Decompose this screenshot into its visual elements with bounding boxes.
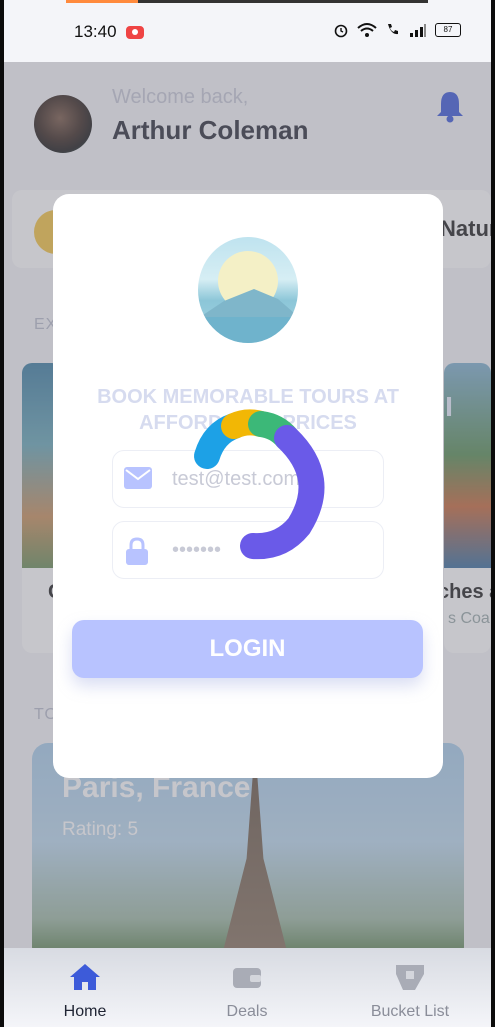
logo-sea <box>198 317 298 343</box>
status-bar: 13:40 87 <box>4 0 491 62</box>
nav-deals[interactable]: Deals <box>192 962 302 1021</box>
alarm-icon <box>334 24 348 38</box>
app-logo <box>198 237 298 343</box>
bottom-nav: Home Deals Bucket List <box>4 948 491 1027</box>
home-icon <box>70 964 100 990</box>
nav-deals-label: Deals <box>226 1003 268 1020</box>
wallet-icon <box>233 968 261 988</box>
status-time: 13:40 <box>74 22 117 41</box>
status-icons: 87 <box>333 22 461 38</box>
wifi-call-icon <box>388 24 398 35</box>
bucket-list-icon <box>396 965 424 990</box>
status-top-strip <box>138 0 428 3</box>
wifi-icon <box>357 23 377 37</box>
loading-spinner <box>194 409 325 560</box>
tagline-line-1: BOOK MEMORABLE TOURS AT <box>97 386 399 408</box>
nav-bucket-list[interactable]: Bucket List <box>355 962 465 1021</box>
screen-record-icon <box>126 26 144 39</box>
nav-bucket-list-label: Bucket List <box>370 1003 450 1020</box>
battery-icon: 87 <box>435 23 461 37</box>
app-screen: 13:40 87 Welcome back, Arthur Coleman Na… <box>4 0 491 1027</box>
status-progress-indicator <box>66 0 138 3</box>
nav-home[interactable]: Home <box>30 962 140 1021</box>
lock-icon <box>126 537 148 565</box>
spinner-segment-purple <box>240 425 325 560</box>
login-button[interactable]: LOGIN <box>72 620 423 678</box>
signal-icon <box>410 24 426 37</box>
nav-home-label: Home <box>63 1003 107 1020</box>
mail-icon <box>124 467 152 489</box>
